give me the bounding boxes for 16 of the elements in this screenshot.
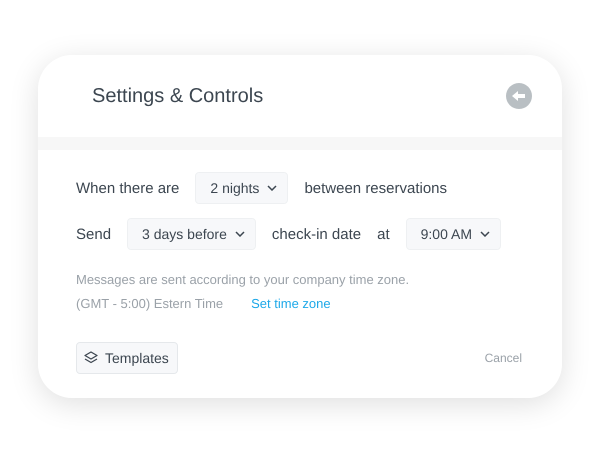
templates-button[interactable]: Templates bbox=[76, 342, 178, 374]
chevron-down-icon bbox=[267, 185, 278, 191]
label-text: When there are bbox=[76, 180, 180, 196]
card-title: Settings & Controls bbox=[92, 84, 264, 108]
label-text: at bbox=[377, 226, 390, 242]
timezone-note: Messages are sent according to your company time zone. bbox=[76, 271, 410, 289]
label-text: Send bbox=[76, 226, 112, 242]
dropdown[interactable]: 2 nights bbox=[195, 172, 288, 204]
chevron-down-icon bbox=[480, 231, 490, 237]
dropdown[interactable]: 9:00 AM bbox=[406, 218, 501, 250]
label-text: between reservations bbox=[304, 180, 448, 196]
chevron-down-icon bbox=[234, 231, 245, 237]
layers-icon bbox=[83, 350, 99, 366]
label-text: check-in date bbox=[272, 226, 362, 242]
timezone-text: (GMT - 5:00) Estern Time bbox=[76, 295, 224, 313]
dropdown[interactable]: 3 days before bbox=[127, 218, 256, 250]
